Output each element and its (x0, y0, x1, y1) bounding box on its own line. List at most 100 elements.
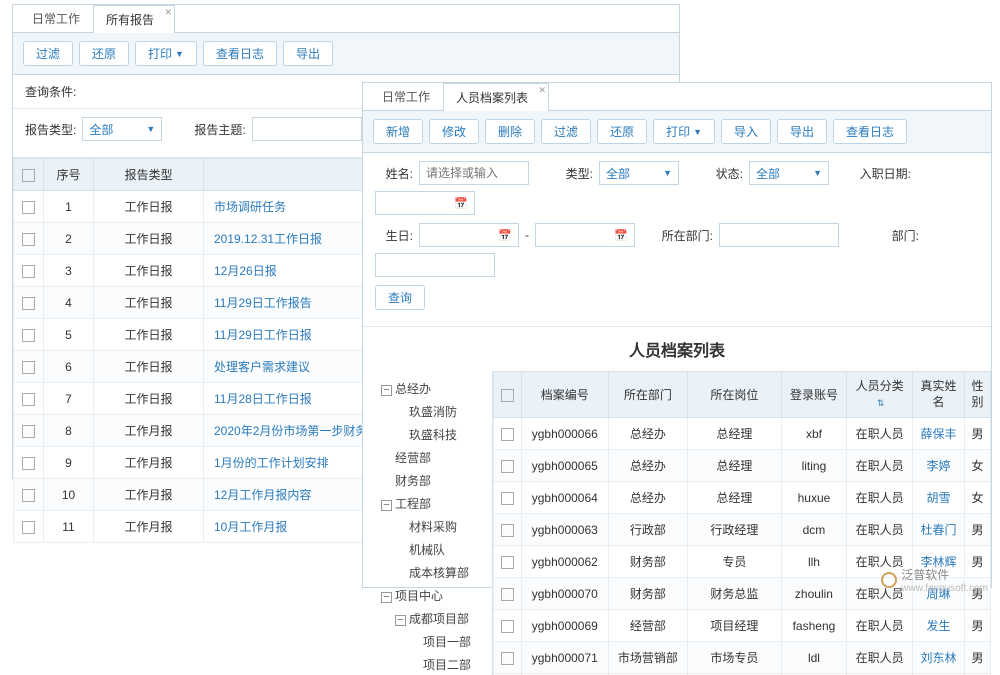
table-row[interactable]: ygbh000069经营部项目经理fasheng在职人员发生男 (494, 610, 991, 642)
col-header[interactable]: 登录账号 (781, 372, 847, 418)
close-icon[interactable]: ✕ (538, 85, 546, 96)
toolbar-导出[interactable]: 导出 (283, 41, 333, 66)
name-link[interactable]: 胡雪 (927, 491, 951, 505)
col-header[interactable]: 档案编号 (522, 372, 609, 418)
tab-personnel-list[interactable]: 人员档案列表 ✕ (443, 83, 549, 111)
checkbox[interactable] (22, 233, 35, 246)
report-link[interactable]: 2020年2月份市场第一步财务 (214, 424, 367, 438)
col-header[interactable]: 性别 (965, 372, 991, 418)
toolbar-修改[interactable]: 修改 (429, 119, 479, 144)
report-link[interactable]: 处理客户需求建议 (214, 360, 310, 374)
checkbox[interactable] (501, 460, 514, 473)
tree-node[interactable]: 经营部 (381, 446, 488, 469)
col-header[interactable] (14, 159, 44, 191)
checkbox[interactable] (501, 588, 514, 601)
birth-to-input[interactable]: 📅 (535, 223, 635, 247)
table-row[interactable]: ygbh000071市场营销部市场专员ldl在职人员刘东林男 (494, 642, 991, 674)
name-link[interactable]: 发生 (927, 619, 951, 633)
dept-tree-input[interactable] (719, 223, 839, 247)
tree-node[interactable]: 机械队 (395, 538, 488, 561)
report-link[interactable]: 2019.12.31工作日报 (214, 232, 322, 246)
toolbar-删除[interactable]: 删除 (485, 119, 535, 144)
tree-node[interactable]: 成本核算部 (395, 561, 488, 584)
toolbar-还原[interactable]: 还原 (79, 41, 129, 66)
hire-date-input[interactable]: 📅 (375, 191, 475, 215)
tree-node[interactable]: 项目二部 (409, 653, 488, 675)
toolbar-查看日志[interactable]: 查看日志 (833, 119, 907, 144)
checkbox[interactable] (501, 428, 514, 441)
checkbox[interactable] (22, 393, 35, 406)
checkbox[interactable] (501, 492, 514, 505)
report-subject-input[interactable] (252, 117, 362, 141)
name-input[interactable] (419, 161, 529, 185)
report-link[interactable]: 12月工作月报内容 (214, 488, 311, 502)
report-link[interactable]: 11月29日工作报告 (214, 296, 312, 310)
toolbar-导出[interactable]: 导出 (777, 119, 827, 144)
checkbox[interactable] (22, 329, 35, 342)
close-icon[interactable]: ✕ (164, 7, 172, 18)
report-link[interactable]: 12月26日报 (214, 264, 277, 278)
report-type-select[interactable]: 全部 ▼ (82, 117, 162, 141)
tree-node[interactable]: 财务部 (381, 469, 488, 492)
checkbox[interactable] (501, 556, 514, 569)
checkbox[interactable] (22, 425, 35, 438)
tree-node[interactable]: 材料采购 (395, 515, 488, 538)
report-link[interactable]: 11月29日工作日报 (214, 328, 312, 342)
checkbox[interactable] (22, 457, 35, 470)
name-link[interactable]: 李婷 (927, 459, 951, 473)
toolbar-导入[interactable]: 导入 (721, 119, 771, 144)
col-header[interactable] (494, 372, 522, 418)
tree-toggle-icon[interactable]: − (381, 592, 392, 603)
toolbar-打印[interactable]: 打印▼ (653, 119, 715, 144)
report-link[interactable]: 11月28日工作日报 (214, 392, 312, 406)
toolbar-还原[interactable]: 还原 (597, 119, 647, 144)
query-button[interactable]: 查询 (375, 285, 425, 310)
toolbar-打印[interactable]: 打印▼ (135, 41, 197, 66)
col-header[interactable]: 报告类型 (94, 159, 204, 191)
checkbox[interactable] (22, 201, 35, 214)
checkbox[interactable] (22, 265, 35, 278)
dept-input[interactable] (375, 253, 495, 277)
checkbox[interactable] (501, 620, 514, 633)
tab-all-reports[interactable]: 所有报告 ✕ (93, 5, 175, 33)
report-link[interactable]: 1月份的工作计划安排 (214, 456, 329, 470)
toolbar-过滤[interactable]: 过滤 (23, 41, 73, 66)
checkbox[interactable] (501, 652, 514, 665)
toolbar-查看日志[interactable]: 查看日志 (203, 41, 277, 66)
tree-node[interactable]: 项目一部 (409, 630, 488, 653)
col-header[interactable]: 真实姓名 (913, 372, 965, 418)
type-select[interactable]: 全部▼ (599, 161, 679, 185)
toolbar-新增[interactable]: 新增 (373, 119, 423, 144)
tree-node[interactable]: −成都项目部 (395, 607, 488, 630)
tab-daily-work-2[interactable]: 日常工作 (369, 82, 443, 110)
checkbox[interactable] (501, 389, 514, 402)
name-link[interactable]: 杜春门 (921, 523, 957, 537)
col-header[interactable]: 人员分类⇅ (847, 372, 913, 418)
checkbox[interactable] (22, 169, 35, 182)
tree-node[interactable]: −总经办 (381, 377, 488, 400)
checkbox[interactable] (501, 524, 514, 537)
report-link[interactable]: 10月工作月报 (214, 520, 287, 534)
birth-from-input[interactable]: 📅 (419, 223, 519, 247)
table-row[interactable]: ygbh000066总经办总经理xbf在职人员薛保丰男 (494, 418, 991, 450)
tree-node[interactable]: −项目中心 (381, 584, 488, 607)
col-header[interactable]: 序号 (44, 159, 94, 191)
tree-node[interactable]: −工程部 (381, 492, 488, 515)
table-row[interactable]: ygbh000063行政部行政经理dcm在职人员杜春门男 (494, 514, 991, 546)
tree-toggle-icon[interactable]: − (381, 500, 392, 511)
table-row[interactable]: ygbh000065总经办总经理liting在职人员李婷女 (494, 450, 991, 482)
name-link[interactable]: 刘东林 (921, 651, 957, 665)
checkbox[interactable] (22, 489, 35, 502)
col-header[interactable]: 所在部门 (608, 372, 688, 418)
checkbox[interactable] (22, 297, 35, 310)
tree-toggle-icon[interactable]: − (381, 385, 392, 396)
tree-node[interactable]: 玖盛消防 (395, 400, 488, 423)
checkbox[interactable] (22, 521, 35, 534)
tree-toggle-icon[interactable]: − (395, 615, 406, 626)
table-row[interactable]: ygbh000064总经办总经理huxue在职人员胡雪女 (494, 482, 991, 514)
toolbar-过滤[interactable]: 过滤 (541, 119, 591, 144)
report-link[interactable]: 市场调研任务 (214, 200, 286, 214)
tree-node[interactable]: 玖盛科技 (395, 423, 488, 446)
status-select[interactable]: 全部▼ (749, 161, 829, 185)
checkbox[interactable] (22, 361, 35, 374)
